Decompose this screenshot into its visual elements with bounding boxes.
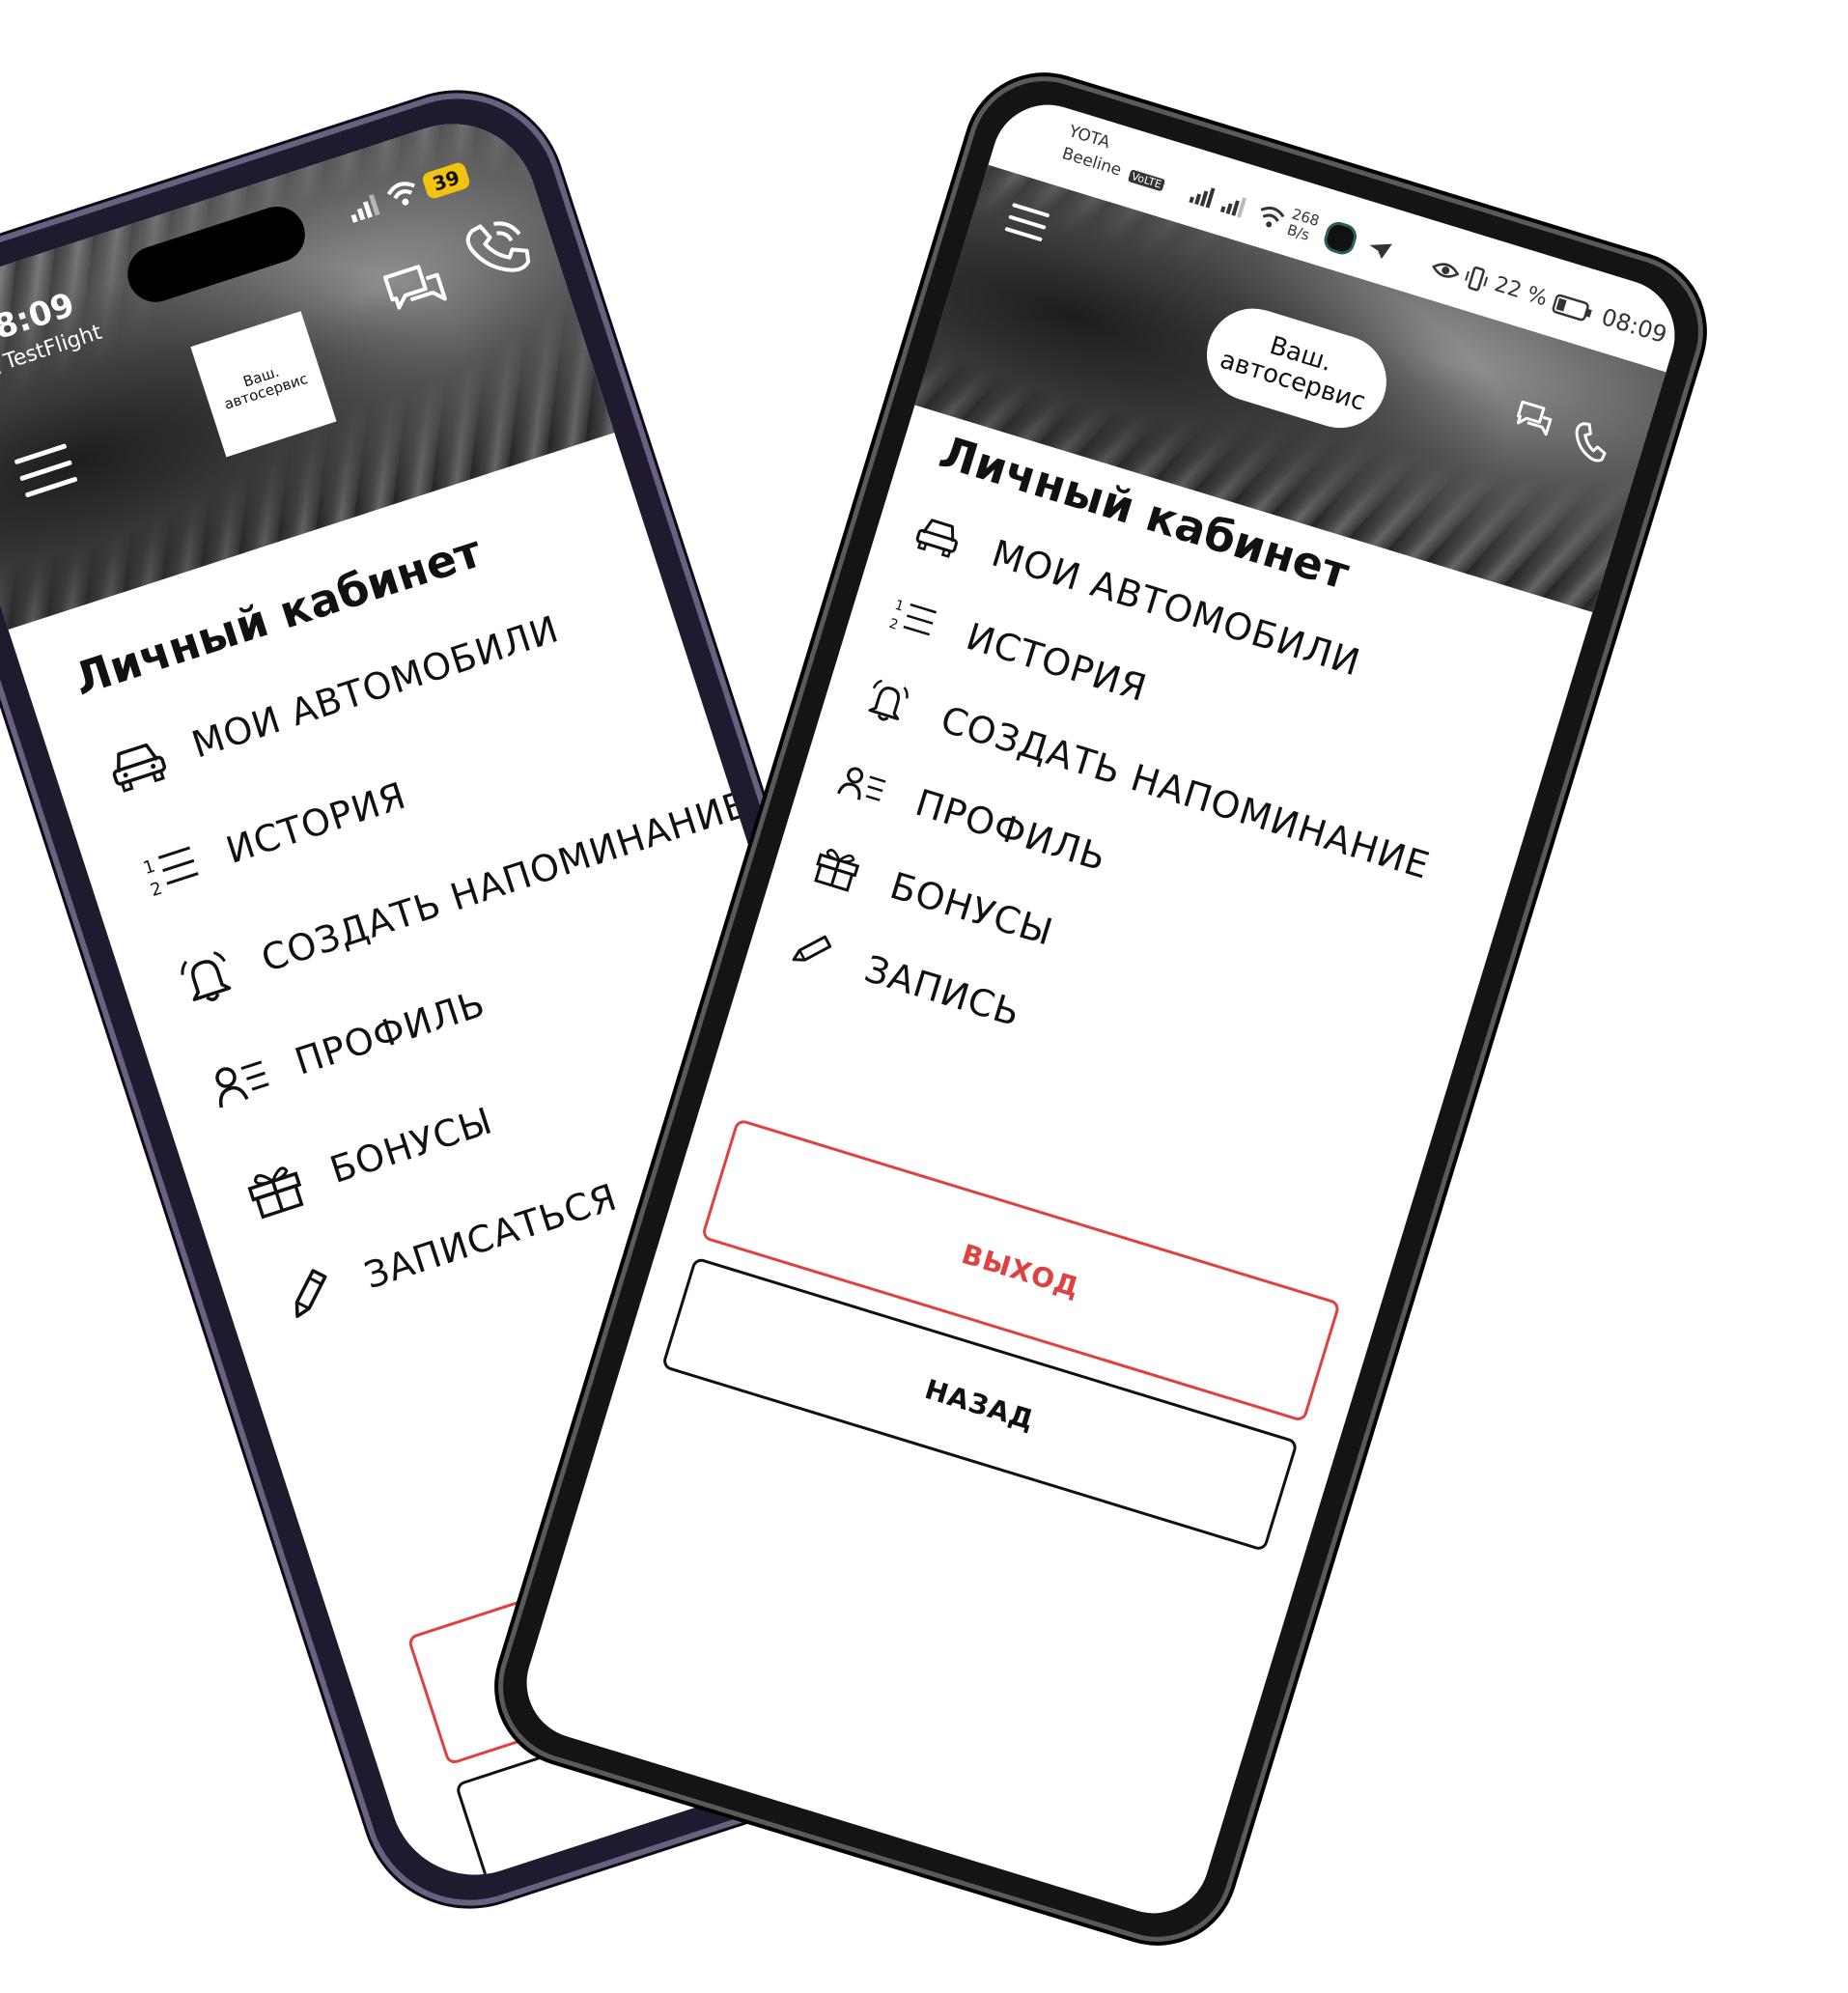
gift-icon <box>809 841 864 895</box>
svg-text:1: 1 <box>893 598 906 615</box>
exit-button-label: ВЫХОД <box>958 1237 1084 1304</box>
car-icon <box>103 734 171 796</box>
menu-item-label: ИСТОРИЯ <box>220 773 411 872</box>
menu-item-label: ПРОФИЛЬ <box>910 780 1112 880</box>
menu-item-label: СОЗДАТЬ НАПОМИНАНИЕ <box>936 697 1435 887</box>
svg-text:2: 2 <box>148 878 164 900</box>
car-icon <box>911 511 966 561</box>
menu-item-label: ИСТОРИЯ <box>961 614 1153 711</box>
svg-text:2: 2 <box>887 616 900 633</box>
menu-item-label: ЗАПИСАТЬСЯ <box>359 1175 623 1298</box>
svg-text:1: 1 <box>141 856 157 880</box>
profile-icon <box>207 1051 274 1112</box>
menu-item-label: ПРОФИЛЬ <box>290 981 490 1083</box>
numbered-list-icon: 12 <box>138 839 206 901</box>
menu-item-create-reminder[interactable]: СОЗДАТЬ НАПОМИНАНИЕ <box>860 675 1435 887</box>
menu-item-profile[interactable]: ПРОФИЛЬ <box>207 980 491 1112</box>
menu-item-label: БОНУСЫ <box>324 1099 498 1192</box>
menu-item-create-reminder[interactable]: СОЗДАТЬ НАПОМИНАНИЕ <box>172 778 754 1012</box>
menu-item-label: БОНУСЫ <box>884 863 1058 954</box>
menu-item-history[interactable]: 12 ИСТОРИЯ <box>138 772 412 901</box>
menu-item-bonuses[interactable]: БОНУСЫ <box>809 841 1058 954</box>
menu-item-label: ЗАПИСЬ <box>859 947 1026 1035</box>
bell-icon <box>172 944 241 1011</box>
profile-icon <box>835 760 889 810</box>
pencil-icon <box>784 924 839 978</box>
menu-item-bonuses[interactable]: БОНУСЫ <box>240 1095 499 1223</box>
back-button-label: НАЗАД <box>921 1372 1039 1437</box>
bell-icon <box>860 675 915 729</box>
pencil-icon <box>275 1262 345 1329</box>
gift-icon <box>240 1156 310 1222</box>
numbered-list-icon: 12 <box>886 594 940 644</box>
menu-item-booking[interactable]: ЗАПИСЬ <box>784 924 1025 1035</box>
